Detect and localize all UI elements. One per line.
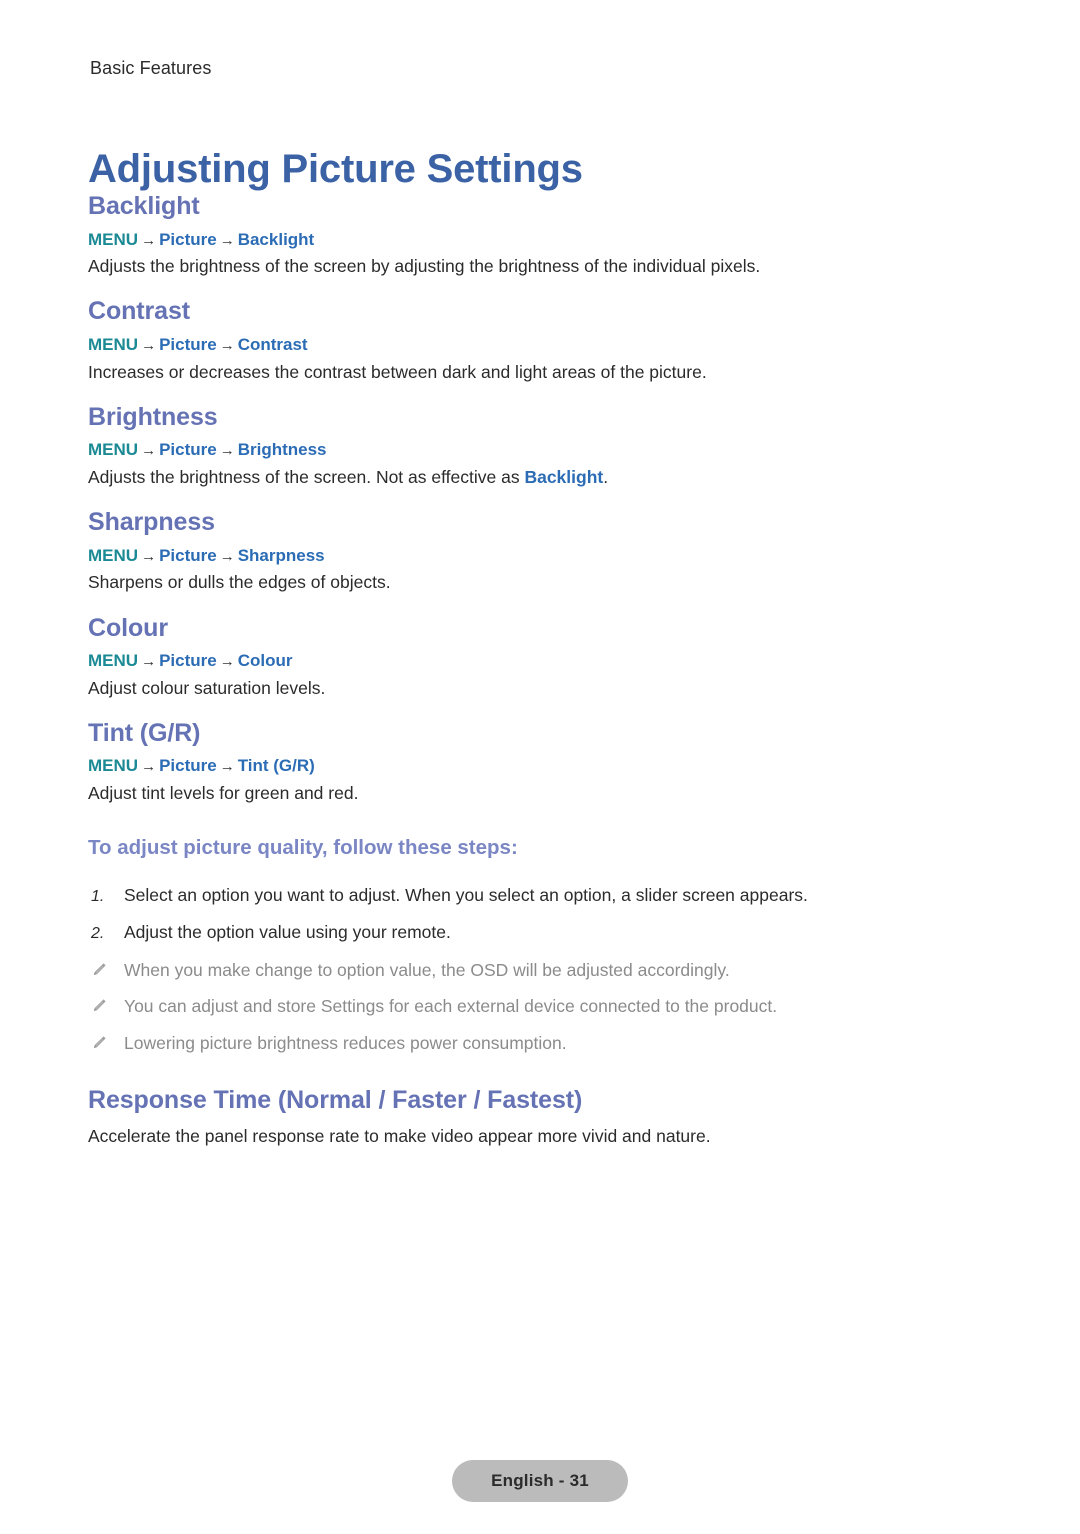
menu-node-label: Picture	[159, 440, 217, 460]
section-heading: Backlight	[88, 192, 200, 220]
menu-root-label: MENU	[88, 440, 139, 460]
arrow-right-icon: →	[219, 547, 235, 565]
section-description: Adjust tint levels for green and red.	[88, 783, 359, 804]
section-backlight: Backlight MENU → Picture → Backlight Adjusts…	[88, 192, 988, 279]
document-page: Basic Features Adjusting Picture Setting…	[0, 0, 1080, 1534]
section-heading: Colour	[88, 613, 168, 642]
section-contrast: Contrast MENU → Picture → Contrast Increases…	[88, 297, 988, 384]
arrow-right-icon: →	[219, 653, 235, 671]
section-description: Increases or decreases the contrast betw…	[88, 361, 707, 382]
running-header: Basic Features	[90, 58, 212, 78]
menu-leaf-label: Sharpness	[237, 545, 325, 565]
menu-leaf-label: Backlight	[237, 229, 315, 249]
section-heading: Brightness	[88, 402, 218, 431]
menu-path: MENU → Picture → Contrast	[88, 333, 988, 358]
section-response-time: Response Time (Normal / Faster / Fastest…	[88, 1085, 988, 1149]
menu-root-label: MENU	[88, 756, 139, 776]
section-description: Adjusts the brightness of the screen by …	[88, 256, 761, 277]
pencil-icon	[91, 1035, 124, 1051]
arrow-right-icon: →	[141, 442, 157, 460]
arrow-right-icon: →	[219, 758, 235, 776]
step-number: 2.	[91, 925, 105, 943]
description-text-after: .	[603, 466, 609, 487]
arrow-right-icon: →	[141, 336, 157, 354]
menu-node-label: Picture	[159, 756, 217, 776]
menu-leaf-label: Contrast	[237, 334, 308, 354]
menu-leaf-label: Brightness	[237, 440, 327, 460]
section-description: Adjusts the brightness of the screen. No…	[88, 464, 988, 490]
step-number: 1.	[91, 887, 105, 905]
section-tint: Tint (G/R) MENU → Picture → Tint (G/R) Adjus…	[88, 719, 988, 806]
menu-node-label: Picture	[159, 545, 217, 565]
menu-path: MENU → Picture → Tint (G/R)	[88, 754, 988, 779]
section-description: Sharpens or dulls the edges of objects.	[88, 572, 391, 593]
section-heading: Contrast	[88, 297, 190, 326]
arrow-right-icon: →	[141, 758, 157, 776]
section-brightness: Brightness MENU → Picture → Brightness Adjus…	[88, 403, 988, 490]
arrow-right-icon: →	[219, 442, 235, 460]
note-text: You can adjust and store Settings for ea…	[124, 996, 778, 1017]
menu-path: MENU → Picture → Brightness	[88, 438, 988, 463]
section-heading: Sharpness	[88, 508, 215, 537]
document-content: Backlight MENU → Picture → Backlight Adjusts…	[88, 192, 988, 1150]
note-text: Lowering picture brightness reduces powe…	[124, 1032, 567, 1053]
menu-leaf-label: Tint (G/R)	[237, 756, 315, 776]
inline-link-backlight[interactable]: Backlight	[524, 467, 603, 487]
description-text-before: Adjusts the brightness of the screen. No…	[88, 466, 525, 487]
arrow-right-icon: →	[219, 336, 235, 354]
arrow-right-icon: →	[141, 547, 157, 565]
page-title: Adjusting Picture Settings	[88, 146, 583, 191]
menu-root-label: MENU	[88, 651, 139, 671]
menu-path: MENU → Picture → Backlight	[88, 228, 988, 253]
step-text: Select an option you want to adjust. Whe…	[124, 884, 808, 905]
section-description: Accelerate the panel response rate to ma…	[88, 1126, 711, 1147]
arrow-right-icon: →	[219, 231, 235, 249]
section-sharpness: Sharpness MENU → Picture → Sharpness Sharpen…	[88, 508, 988, 595]
menu-path: MENU → Picture → Sharpness	[88, 544, 988, 569]
menu-node-label: Picture	[159, 651, 217, 671]
note-item: You can adjust and store Settings for ea…	[88, 994, 988, 1019]
pencil-icon	[91, 962, 124, 978]
menu-leaf-label: Colour	[237, 651, 293, 671]
arrow-right-icon: →	[141, 653, 157, 671]
menu-root-label: MENU	[88, 545, 139, 565]
numbered-step: 1. Select an option you want to adjust. …	[88, 883, 988, 908]
numbered-step: 2. Adjust the option value using your re…	[88, 920, 988, 945]
page-footer: English - 31	[0, 1460, 1080, 1502]
section-heading: Response Time (Normal / Faster / Fastest…	[88, 1086, 583, 1115]
menu-root-label: MENU	[88, 229, 139, 249]
steps-heading: To adjust picture quality, follow these …	[88, 836, 518, 860]
step-text: Adjust the option value using your remot…	[124, 922, 451, 943]
section-description: Adjust colour saturation levels.	[88, 677, 326, 698]
menu-node-label: Picture	[159, 229, 217, 249]
steps-block: To adjust picture quality, follow these …	[88, 836, 988, 1055]
pencil-icon	[91, 998, 124, 1014]
note-item: When you make change to option value, th…	[88, 958, 988, 983]
note-item: Lowering picture brightness reduces powe…	[88, 1031, 988, 1056]
menu-node-label: Picture	[159, 334, 217, 354]
menu-root-label: MENU	[88, 334, 139, 354]
menu-path: MENU → Picture → Colour	[88, 649, 988, 674]
section-heading: Tint (G/R)	[88, 718, 201, 747]
section-colour: Colour MENU → Picture → Colour Adjust colour…	[88, 614, 988, 701]
arrow-right-icon: →	[141, 231, 157, 249]
note-text: When you make change to option value, th…	[124, 959, 730, 980]
page-number-badge: English - 31	[452, 1460, 628, 1502]
